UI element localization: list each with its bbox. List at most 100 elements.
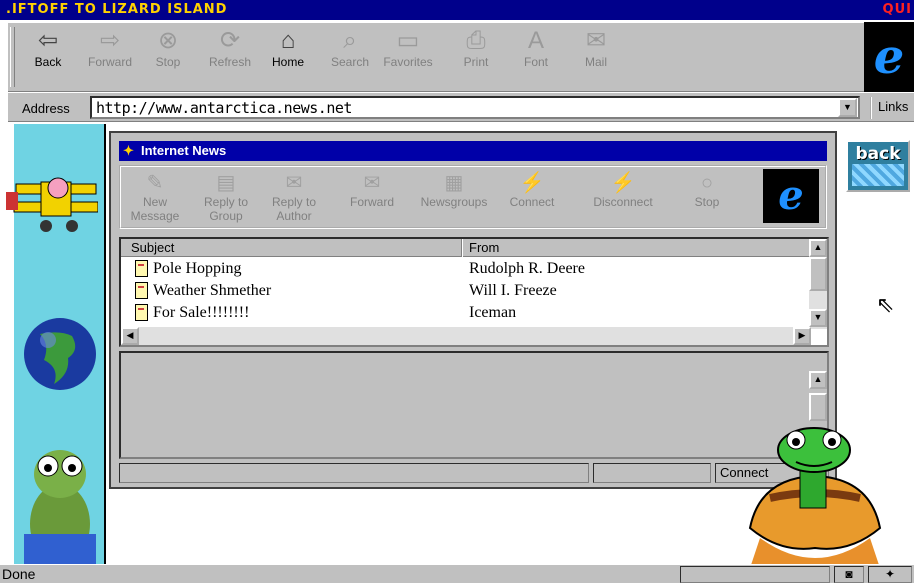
new-message-icon: ✎	[146, 172, 164, 194]
stop-icon: ⊗	[157, 27, 179, 54]
status-bar: Done ◙ ✦	[0, 564, 914, 583]
news-ie-logo-icon: e	[763, 169, 819, 223]
news-toolbar: ✎ New Message ▤ Reply to Group ✉ Reply to Author…	[119, 165, 827, 229]
internet-news-window: ✦ Internet News ✎ New Message ▤ Reply to Grou…	[109, 131, 837, 489]
refresh-icon: ⟳	[219, 27, 241, 54]
ie-logo-icon: e	[864, 22, 914, 92]
toolbar-back-button[interactable]: ⇦ Back	[18, 27, 78, 69]
reply-to-group-icon: ▤	[216, 172, 236, 194]
news-toolbar-connect-button[interactable]: ⚡ Connect	[499, 171, 565, 209]
news-toolbar-label: Connect	[509, 195, 555, 209]
toolbar-mail-button[interactable]: ✉ Mail	[566, 27, 626, 69]
news-title-bar: ✦ Internet News	[119, 141, 827, 161]
home-icon: ⌂	[280, 27, 296, 54]
scroll-left-button[interactable]: ◀	[121, 327, 139, 345]
message-icon	[135, 282, 148, 299]
address-bar: Address http://www.antarctica.news.net ▼…	[8, 92, 914, 122]
toolbar-home-button[interactable]: ⌂ Home	[258, 27, 318, 69]
toolbar-button-label: Back	[34, 55, 62, 69]
toolbar-button-label: Favorites	[383, 55, 433, 69]
message-icon	[135, 304, 148, 321]
news-toolbar-stop-button[interactable]: ○ Stop	[681, 171, 733, 209]
search-icon: ⌕	[343, 27, 357, 54]
news-toolbar-disconnect-button[interactable]: ⚡ Disconnect	[569, 171, 677, 209]
toolbar-button-label: Search	[330, 55, 370, 69]
news-toolbar-label: Stop	[694, 195, 720, 209]
news-toolbar-label: Disconnect	[593, 195, 653, 209]
preview-scroll-up-button[interactable]: ▲	[809, 371, 827, 389]
newsgroups-icon: ▦	[444, 172, 464, 194]
news-toolbar-reply-to-group-button[interactable]: ▤ Reply to Group	[193, 171, 259, 223]
message-list[interactable]: Subject From Pole Hopping Rudolph R. Deer…	[119, 237, 829, 347]
message-from: Will I. Freeze	[469, 282, 557, 299]
news-toolbar-label: Reply to	[203, 195, 249, 209]
news-toolbar-label: New	[142, 195, 167, 209]
news-toolbar-label: Message	[130, 209, 180, 223]
back-button-pattern	[852, 164, 904, 186]
message-list-hscrollbar[interactable]: ◀ ▶	[121, 327, 811, 345]
links-label[interactable]: Links	[870, 97, 908, 119]
column-header-from[interactable]: From	[469, 240, 499, 255]
toolbar-button-label: Print	[463, 55, 489, 69]
back-button[interactable]: back	[846, 140, 910, 192]
toolbar-stop-button[interactable]: ⊗ Stop	[138, 27, 198, 69]
message-list-header: Subject From	[121, 239, 811, 257]
status-text: Done	[2, 566, 36, 582]
left-decoration-strip	[6, 124, 106, 564]
back-button-label: back	[855, 144, 901, 164]
toolbar-favorites-button[interactable]: ▭ Favorites	[378, 27, 438, 69]
back-arrow-icon: ⇦	[37, 27, 59, 54]
lizard-mascot-icon	[24, 450, 96, 564]
toolbar-print-button[interactable]: ⎙ Print	[446, 27, 506, 69]
message-from: Rudolph R. Deere	[469, 260, 585, 277]
disconnect-icon: ⚡	[610, 172, 636, 194]
message-row[interactable]: Pole Hopping Rudolph R. Deere	[121, 258, 811, 280]
news-status-pane-1	[119, 463, 589, 483]
message-subject: Weather Shmether	[153, 282, 272, 299]
scroll-thumb[interactable]	[809, 257, 827, 291]
message-preview-pane[interactable]: ▲	[119, 351, 829, 459]
address-dropdown-button[interactable]: ▼	[838, 98, 857, 117]
browser-toolbar: ⇦ Back ⇨ Forward ⊗ Stop ⟳ Refresh ⌂ Home ⌕ Search ▭ F…	[8, 22, 914, 92]
message-row[interactable]: For Sale!!!!!!!! Iceman	[121, 302, 811, 324]
column-header-subject[interactable]: Subject	[131, 240, 174, 255]
message-list-vscrollbar[interactable]: ▲ ▼	[809, 239, 827, 329]
quit-label[interactable]: QUI	[883, 0, 912, 20]
security-zone-icon: ◙	[834, 566, 864, 583]
scroll-right-button[interactable]: ▶	[793, 327, 811, 345]
toolbar-button-label: Forward	[87, 55, 132, 69]
toolbar-search-button[interactable]: ⌕ Search	[320, 27, 380, 69]
airplane-icon	[6, 177, 98, 232]
news-toolbar-new-message-button[interactable]: ✎ New Message	[125, 171, 185, 223]
news-toolbar-newsgroups-button[interactable]: ▦ Newsgroups	[411, 171, 497, 209]
news-toolbar-label: Forward	[349, 195, 394, 209]
news-toolbar-forward-button[interactable]: ✉ Forward	[337, 171, 407, 209]
toolbar-grip[interactable]	[10, 27, 15, 87]
app-title-bar: .IFTOFF TO LIZARD ISLAND QUI	[0, 0, 914, 20]
forward-message-icon: ✉	[363, 172, 381, 194]
preview-scroll-thumb[interactable]	[809, 393, 827, 421]
message-icon	[135, 260, 148, 277]
toolbar-button-label: Font	[523, 55, 548, 69]
toolbar-font-button[interactable]: A Font	[506, 27, 566, 69]
toolbar-button-label: Mail	[584, 55, 607, 69]
message-subject: Pole Hopping	[153, 260, 242, 277]
toolbar-button-label: Refresh	[208, 55, 252, 69]
news-title: Internet News	[141, 143, 227, 158]
scroll-up-button[interactable]: ▲	[809, 239, 827, 257]
scroll-down-button[interactable]: ▼	[809, 309, 827, 327]
toolbar-forward-button[interactable]: ⇨ Forward	[80, 27, 140, 69]
message-row[interactable]: Weather Shmether Will I. Freeze	[121, 280, 811, 302]
address-input[interactable]: http://www.antarctica.news.net	[90, 96, 860, 119]
news-app-icon: ✦	[123, 143, 134, 158]
app-title: .IFTOFF TO LIZARD ISLAND	[6, 2, 228, 17]
stop-icon: ○	[700, 172, 714, 194]
news-toolbar-label: Newsgroups	[420, 195, 488, 209]
toolbar-refresh-button[interactable]: ⟳ Refresh	[200, 27, 260, 69]
news-toolbar-label: Group	[209, 209, 243, 223]
toolbar-button-label: Home	[271, 55, 304, 69]
column-separator[interactable]	[461, 239, 463, 257]
mouse-pointer-icon: ⇖	[876, 292, 895, 317]
news-toolbar-reply-to-author-button[interactable]: ✉ Reply to Author	[261, 171, 327, 223]
favorites-icon: ▭	[396, 27, 420, 54]
